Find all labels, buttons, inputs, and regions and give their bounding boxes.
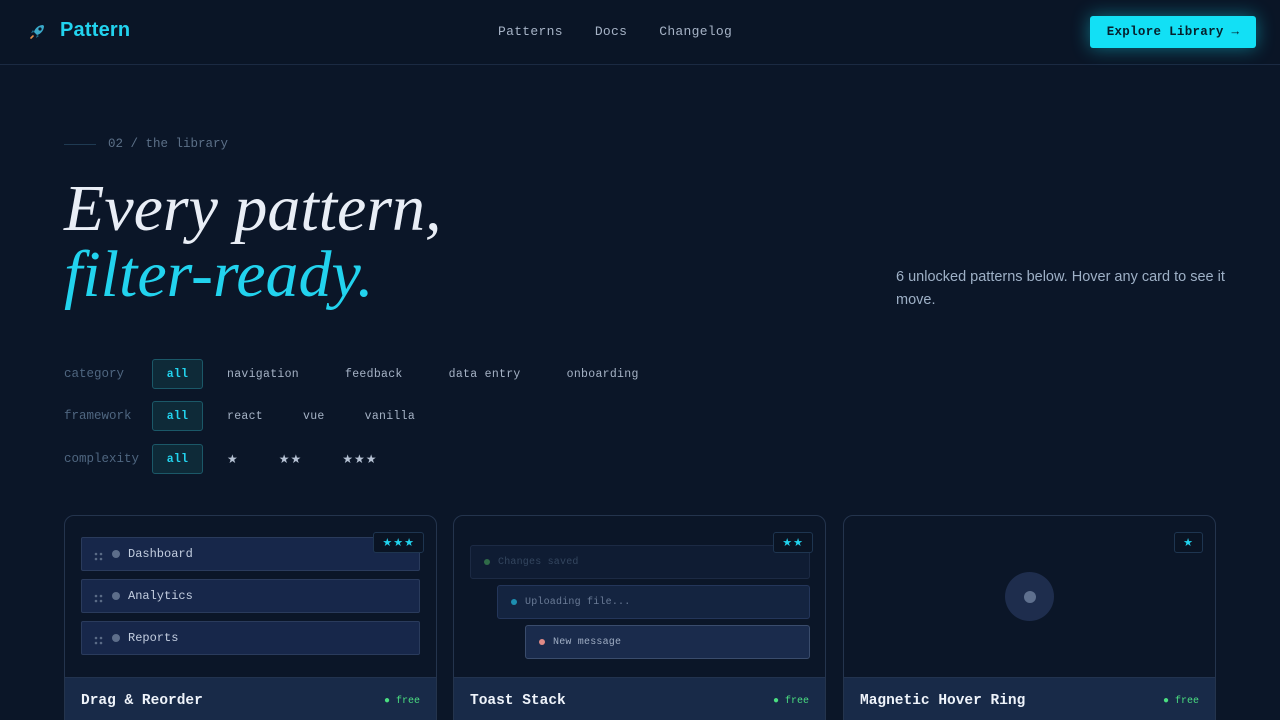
filter-label-framework: framework [64, 409, 132, 423]
drag-list-item[interactable]: Analytics [81, 579, 420, 613]
top-navbar: Pattern Patterns Docs Changelog Explore … [0, 0, 1280, 65]
drag-item-label: Dashboard [128, 547, 193, 561]
magnetic-ring[interactable] [1005, 572, 1054, 621]
toast-text: Changes saved [498, 556, 579, 568]
rocket-icon [28, 21, 48, 41]
card-preview: ★ [844, 516, 1215, 677]
title-line-1: Every pattern, [64, 172, 442, 245]
pattern-card-magnetic-hover-ring[interactable]: ★ Magnetic Hover Ring ● free [843, 515, 1216, 720]
explore-library-button[interactable]: Explore Library → [1090, 16, 1256, 48]
toast-status-dot [484, 559, 490, 565]
item-dot [112, 550, 120, 558]
chip-framework-vanilla[interactable]: vanilla [349, 401, 431, 431]
complexity-badge: ★★ [773, 532, 813, 553]
title-line-2: filter-ready. [64, 238, 374, 311]
toast-status-dot [511, 599, 517, 605]
magnetic-core [1023, 590, 1036, 603]
chip-category-navigation[interactable]: navigation [211, 359, 315, 389]
card-preview: Dashboard Analytics Reports ★★★ [65, 516, 436, 677]
item-dot [112, 634, 120, 642]
drag-list-item[interactable]: Reports [81, 621, 420, 655]
chip-category-onboarding[interactable]: onboarding [551, 359, 655, 389]
free-badge: ● free [1162, 696, 1199, 707]
brand-name: Pattern [60, 19, 131, 41]
main-nav: Patterns Docs Changelog [498, 24, 764, 39]
card-footer: Drag & Reorder ● free [65, 677, 436, 720]
card-title: Drag & Reorder [81, 693, 203, 709]
chip-complexity-1-star[interactable]: ★ [211, 444, 255, 474]
complexity-badge: ★★★ [373, 532, 424, 553]
chip-complexity-2-star[interactable]: ★★ [263, 444, 319, 474]
item-dot [112, 592, 120, 600]
page-title: Every pattern, filter-ready. [64, 176, 442, 308]
chip-category-all[interactable]: all [152, 359, 203, 389]
filter-row-complexity: complexity all ★ ★★ ★★★ [64, 444, 402, 474]
toast-status-dot [539, 639, 545, 645]
filter-label-category: category [64, 367, 125, 381]
chip-framework-vue[interactable]: vue [287, 401, 341, 431]
pattern-card-drag-reorder[interactable]: Dashboard Analytics Reports ★★★ Drag & R… [64, 515, 437, 720]
pattern-card-toast-stack[interactable]: Changes saved Uploading file... New mess… [453, 515, 826, 720]
card-preview: Changes saved Uploading file... New mess… [454, 516, 825, 677]
drag-item-label: Reports [128, 631, 179, 645]
complexity-badge: ★ [1174, 532, 1203, 553]
drag-list-item[interactable]: Dashboard [81, 537, 420, 571]
filter-label-complexity: complexity [64, 452, 140, 466]
chip-framework-all[interactable]: all [152, 401, 203, 431]
chip-category-data-entry[interactable]: data entry [433, 359, 537, 389]
free-badge: ● free [772, 696, 809, 707]
eyebrow-text: 02 / the library [108, 137, 229, 151]
toast-text: New message [553, 636, 622, 648]
chip-complexity-3-star[interactable]: ★★★ [326, 444, 393, 474]
grip-dots-icon[interactable] [94, 633, 104, 645]
toast-item: New message [525, 625, 810, 659]
nav-link-changelog[interactable]: Changelog [659, 24, 732, 39]
free-badge: ● free [383, 696, 420, 707]
card-title: Magnetic Hover Ring [860, 693, 1026, 709]
nav-link-docs[interactable]: Docs [595, 24, 627, 39]
grip-dots-icon[interactable] [94, 591, 104, 603]
card-title: Toast Stack [470, 693, 566, 709]
filter-row-category: category all navigation feedback data en… [64, 359, 663, 389]
toast-item: Changes saved [470, 545, 810, 579]
brand[interactable]: Pattern [28, 19, 130, 42]
nav-link-patterns[interactable]: Patterns [498, 24, 563, 39]
filter-row-framework: framework all react vue vanilla [64, 401, 439, 431]
section-eyebrow: 02 / the library [64, 137, 228, 151]
eyebrow-divider [64, 143, 96, 145]
drag-item-label: Analytics [128, 589, 193, 603]
hero-description: 6 unlocked patterns below. Hover any car… [896, 269, 1225, 308]
toast-item: Uploading file... [497, 585, 810, 619]
grip-dots-icon[interactable] [94, 549, 104, 561]
chip-complexity-all[interactable]: all [152, 444, 203, 474]
toast-text: Uploading file... [525, 596, 631, 608]
chip-framework-react[interactable]: react [211, 401, 279, 431]
chip-category-feedback[interactable]: feedback [329, 359, 419, 389]
card-footer: Magnetic Hover Ring ● free [844, 677, 1215, 720]
card-footer: Toast Stack ● free [454, 677, 825, 720]
